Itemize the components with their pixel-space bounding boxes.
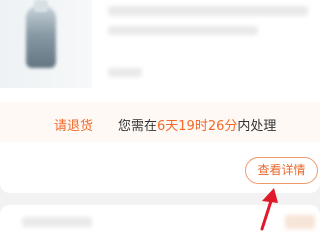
blurred-product-title [108,6,308,16]
return-deadline-text: 您需在6天19时26分内处理 [118,115,276,134]
deadline-suffix: 内处理 [237,119,277,134]
view-details-button[interactable]: 查看详情 [245,157,318,184]
deadline-countdown: 6天19时26分 [157,119,238,134]
blurred-next-card-badge [285,215,315,229]
order-card[interactable]: 请退货 您需在6天19时26分内处理 查看详情 [0,0,320,193]
product-bottle-cap [34,0,48,12]
blurred-product-subtitle [108,26,258,35]
product-thumbnail[interactable] [0,0,92,88]
blurred-next-card-text [22,217,92,227]
deadline-prefix: 您需在 [118,119,158,134]
next-order-card[interactable] [0,205,320,245]
blurred-product-price [108,68,142,77]
product-bottle-image [26,6,56,68]
return-notice-label: 请退货 [54,119,94,134]
